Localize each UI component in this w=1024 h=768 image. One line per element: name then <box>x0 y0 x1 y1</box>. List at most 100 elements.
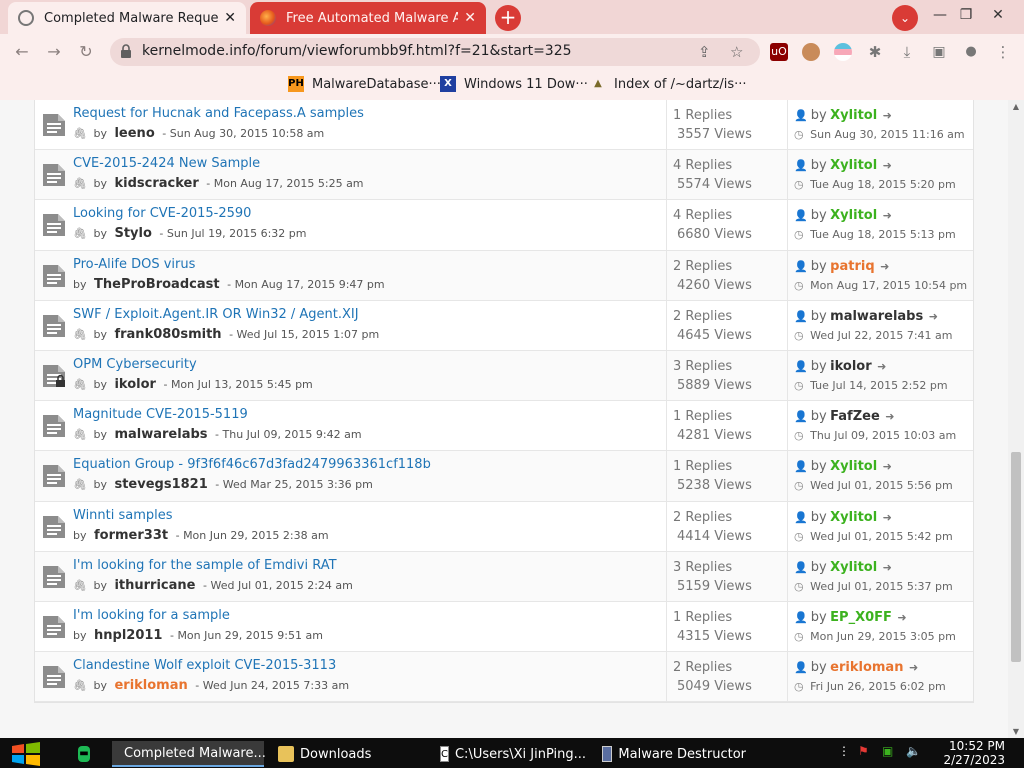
taskbar-item-terminal[interactable]: C C:\Users\Xi JinPing... <box>434 741 586 767</box>
topic-title-link[interactable]: Request for Hucnak and Facepass.A sample… <box>73 106 364 121</box>
lock-icon <box>121 44 131 58</box>
tab-completed-malware-requests[interactable]: Completed Malware Requests ✕ <box>8 2 246 34</box>
go-to-last-post-icon[interactable]: ➜ <box>883 511 892 524</box>
bookmark-windows-11[interactable]: X Windows 11 Dow··· <box>440 76 588 92</box>
go-to-last-post-icon[interactable]: ➜ <box>883 561 892 574</box>
topic-author-link[interactable]: TheProBroadcast <box>94 277 220 292</box>
last-post: 👤 by patriq ➜ ◷ Mon Aug 17, 2015 10:54 pm <box>787 250 975 300</box>
new-tab-button[interactable]: + <box>495 5 521 31</box>
attachment-icon: 🖇 <box>73 428 87 442</box>
flag-extension-icon[interactable] <box>834 43 852 61</box>
topic-title-link[interactable]: Looking for CVE-2015-2590 <box>73 206 251 221</box>
reload-button[interactable]: ↻ <box>74 40 98 64</box>
ublock-icon[interactable]: uO <box>770 43 788 61</box>
topic-date: Sun Aug 30, 2015 10:58 am <box>169 127 325 140</box>
go-to-last-post-icon[interactable]: ➜ <box>880 260 889 273</box>
go-to-last-post-icon[interactable]: ➜ <box>897 611 906 624</box>
topic-author-link[interactable]: former33t <box>94 528 168 543</box>
topic-title-link[interactable]: I'm looking for the sample of Emdivi RAT <box>73 558 337 573</box>
close-tab-icon[interactable]: ✕ <box>224 10 236 26</box>
last-post-date: Mon Aug 17, 2015 10:54 pm <box>810 278 968 292</box>
tray-volume-icon[interactable]: 🔈 <box>906 744 921 758</box>
last-post-user-link[interactable]: FafZee <box>830 409 880 424</box>
bookmark-star-icon[interactable]: ☆ <box>730 43 743 61</box>
close-tab-icon[interactable]: ✕ <box>464 10 476 26</box>
user-icon: 👤 <box>794 309 808 323</box>
topic-author-link[interactable]: hnpl2011 <box>94 628 162 643</box>
taskbar-item-malware-destructor[interactable]: Malware Destructor <box>596 741 746 767</box>
topic-title-link[interactable]: OPM Cybersecurity <box>73 357 197 372</box>
go-to-last-post-icon[interactable]: ➜ <box>883 159 892 172</box>
menu-kebab-icon[interactable]: ⋮ <box>994 43 1012 61</box>
scroll-down-icon[interactable]: ▼ <box>1008 727 1024 736</box>
go-to-last-post-icon[interactable]: ➜ <box>909 661 918 674</box>
topic-author-link[interactable]: frank080smith <box>114 327 221 342</box>
last-post-user-link[interactable]: Xylitol <box>830 510 877 525</box>
tray-network-icon[interactable]: ▣ <box>882 744 893 758</box>
scroll-thumb[interactable] <box>1011 452 1021 662</box>
go-to-last-post-icon[interactable]: ➜ <box>883 109 892 122</box>
taskbar-item-chrome[interactable]: Completed Malware... <box>112 741 266 767</box>
topic-title-link[interactable]: CVE-2015-2424 New Sample <box>73 156 260 171</box>
extensions-puzzle-icon[interactable]: ✱ <box>866 43 884 61</box>
topic-author-link[interactable]: ikolor <box>114 377 155 392</box>
restore-button[interactable]: ❐ <box>951 0 981 30</box>
pinned-app-button[interactable]: ▬ <box>72 741 96 767</box>
topic-author-link[interactable]: leeno <box>114 126 154 141</box>
topic-author-link[interactable]: kidscracker <box>114 176 198 191</box>
tab-free-automated-malware-analysis[interactable]: Free Automated Malware Analy ✕ <box>250 2 486 34</box>
topic-author-link[interactable]: Stylo <box>114 226 151 241</box>
last-post-user-link[interactable]: Xylitol <box>830 459 877 474</box>
address-bar[interactable]: kernelmode.info/forum/viewforumbb9f.html… <box>110 38 760 66</box>
topic-author-link[interactable]: stevegs1821 <box>114 477 207 492</box>
last-post-user-link[interactable]: Xylitol <box>830 208 877 223</box>
topic-title-link[interactable]: SWF / Exploit.Agent.IR OR Win32 / Agent.… <box>73 307 359 322</box>
tab-search-button[interactable]: ⌄ <box>892 5 918 31</box>
last-post-user-link[interactable]: ikolor <box>830 359 871 374</box>
share-icon[interactable]: ⇪ <box>698 43 711 61</box>
last-post-user-link[interactable]: Xylitol <box>830 560 877 575</box>
replies-count: 2 Replies <box>673 258 733 274</box>
back-button[interactable]: ← <box>10 40 34 64</box>
topic-title-link[interactable]: Clandestine Wolf exploit CVE-2015-3113 <box>73 658 336 673</box>
tray-overflow-icon[interactable]: ⋮ <box>838 744 850 758</box>
go-to-last-post-icon[interactable]: ➜ <box>929 310 938 323</box>
clock-date: 2/27/2023 <box>943 753 1005 767</box>
download-icon[interactable]: ⤓ <box>898 43 916 61</box>
go-to-last-post-icon[interactable]: ➜ <box>885 410 894 423</box>
bookmark-malwaredatabase[interactable]: PH MalwareDatabase··· <box>288 76 441 92</box>
topic-stats: 1 Replies 5238 Views <box>666 451 787 501</box>
forward-button[interactable]: → <box>42 40 66 64</box>
go-to-last-post-icon[interactable]: ➜ <box>877 360 886 373</box>
side-panel-icon[interactable]: ▣ <box>930 43 948 61</box>
system-clock[interactable]: 10:52 PM 2/27/2023 <box>935 739 1005 767</box>
scroll-up-icon[interactable]: ▲ <box>1008 102 1024 111</box>
tray-flag-icon[interactable]: ⚑ <box>858 744 869 758</box>
profile-icon[interactable]: ● <box>962 43 980 61</box>
user-icon: 👤 <box>794 510 808 524</box>
bookmark-index-of-dartz[interactable]: ▲ Index of /~dartz/is··· <box>590 76 746 92</box>
last-post-user-link[interactable]: Xylitol <box>830 158 877 173</box>
last-post-user-link[interactable]: erikloman <box>830 660 903 675</box>
last-post-user-link[interactable]: EP_X0FF <box>830 610 892 625</box>
topic-title-link[interactable]: Winnti samples <box>73 508 173 523</box>
page-scrollbar[interactable]: ▲ ▼ <box>1008 100 1024 738</box>
taskbar-item-label: Downloads <box>300 746 372 762</box>
last-post-user-link[interactable]: patriq <box>830 259 874 274</box>
taskbar-item-downloads[interactable]: Downloads <box>272 741 422 767</box>
topic-title-link[interactable]: Pro-Alife DOS virus <box>73 257 195 272</box>
windows-start-icon[interactable] <box>10 742 42 766</box>
go-to-last-post-icon[interactable]: ➜ <box>883 209 892 222</box>
topic-author-link[interactable]: ithurricane <box>114 578 195 593</box>
topic-author-link[interactable]: erikloman <box>114 678 187 693</box>
topic-title-link[interactable]: Magnitude CVE-2015-5119 <box>73 407 248 422</box>
go-to-last-post-icon[interactable]: ➜ <box>883 460 892 473</box>
topic-meta: 🖇 by ithurricane - Wed Jul 01, 2015 2:24… <box>73 578 353 593</box>
close-window-button[interactable]: ✕ <box>983 0 1013 30</box>
last-post-user-link[interactable]: malwarelabs <box>830 309 923 324</box>
last-post-user-link[interactable]: Xylitol <box>830 108 877 123</box>
avatar-extension-icon[interactable] <box>802 43 820 61</box>
topic-title-link[interactable]: I'm looking for a sample <box>73 608 230 623</box>
topic-title-link[interactable]: Equation Group - 9f3f6f46c67d3fad2479963… <box>73 457 431 472</box>
topic-author-link[interactable]: malwarelabs <box>114 427 207 442</box>
